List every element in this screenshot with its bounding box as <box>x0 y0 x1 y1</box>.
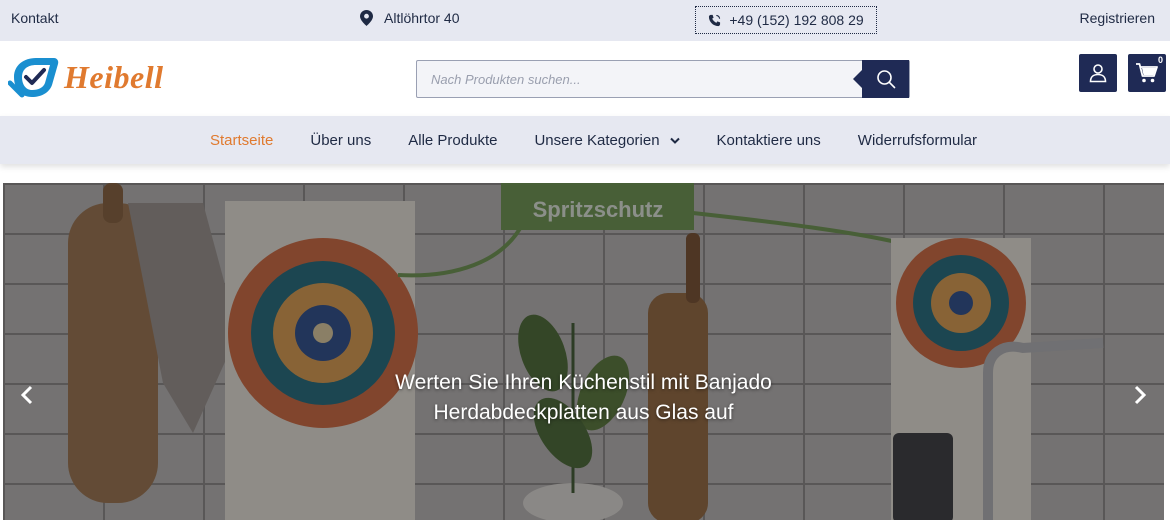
slider-prev-button[interactable] <box>15 383 39 407</box>
search-bar <box>416 60 910 98</box>
main-navigation: Startseite Über uns Alle Produkte Unsere… <box>0 116 1170 164</box>
nav-item-ueber-uns[interactable]: Über uns <box>310 132 371 149</box>
nav-item-label: Startseite <box>210 131 274 149</box>
nav-item-unsere-kategorien[interactable]: Unsere Kategorien <box>534 131 680 149</box>
nav-item-startseite[interactable]: Startseite <box>210 132 273 149</box>
address: Altlöhrtor 40 <box>360 10 459 26</box>
search-input[interactable] <box>417 61 863 97</box>
site-header: Heibell 0 <box>0 41 1170 116</box>
address-text: Altlöhrtor 40 <box>384 10 460 26</box>
contact-link[interactable]: Kontakt <box>11 10 58 26</box>
nav-item-alle-produkte[interactable]: Alle Produkte <box>408 132 497 149</box>
phone-link[interactable]: +49 (152) 192 808 29 <box>695 6 877 34</box>
phone-icon <box>709 14 721 26</box>
search-icon <box>876 70 895 89</box>
user-icon <box>1089 64 1107 83</box>
cart-button[interactable]: 0 <box>1128 54 1166 92</box>
nav-item-label: Unsere Kategorien <box>534 131 660 149</box>
chevron-down-icon <box>669 137 680 144</box>
nav-item-label: Alle Produkte <box>408 131 498 149</box>
chevron-right-icon <box>1134 385 1146 405</box>
cart-count-badge: 0 <box>1157 55 1163 65</box>
nav-item-label: Kontaktiere uns <box>716 131 821 149</box>
nav-item-label: Über uns <box>310 131 372 149</box>
logo[interactable]: Heibell <box>8 55 163 99</box>
hero-caption-line: Werten Sie Ihren Küchenstil mit Banjado <box>395 371 772 394</box>
map-pin-icon <box>360 10 373 26</box>
chevron-left-icon <box>21 385 33 405</box>
phone-number: +49 (152) 192 808 29 <box>729 12 864 28</box>
top-bar: Kontakt Altlöhrtor 40 +49 (152) 192 808 … <box>0 0 1170 41</box>
cart-icon <box>1136 63 1158 83</box>
hero-overlay <box>3 183 1164 520</box>
search-button[interactable] <box>853 60 909 98</box>
slider-next-button[interactable] <box>1128 383 1152 407</box>
account-button[interactable] <box>1079 54 1117 92</box>
hero-caption-line: Herdabdeckplatten aus Glas auf <box>433 401 734 424</box>
logo-mark-icon <box>8 58 59 98</box>
nav-item-kontaktiere-uns[interactable]: Kontaktiere uns <box>717 132 821 149</box>
hero-slider: Spritzschutz Werten Sie Ihren Küchenstil… <box>3 183 1164 520</box>
hero-caption: Werten Sie Ihren Küchenstil mit Banjado … <box>3 368 1164 428</box>
nav-item-label: Widerrufsformular <box>857 131 977 149</box>
nav-item-widerrufsformular[interactable]: Widerrufsformular <box>858 132 977 149</box>
logo-text: Heibell <box>64 58 164 95</box>
register-link[interactable]: Registrieren <box>1080 10 1155 26</box>
